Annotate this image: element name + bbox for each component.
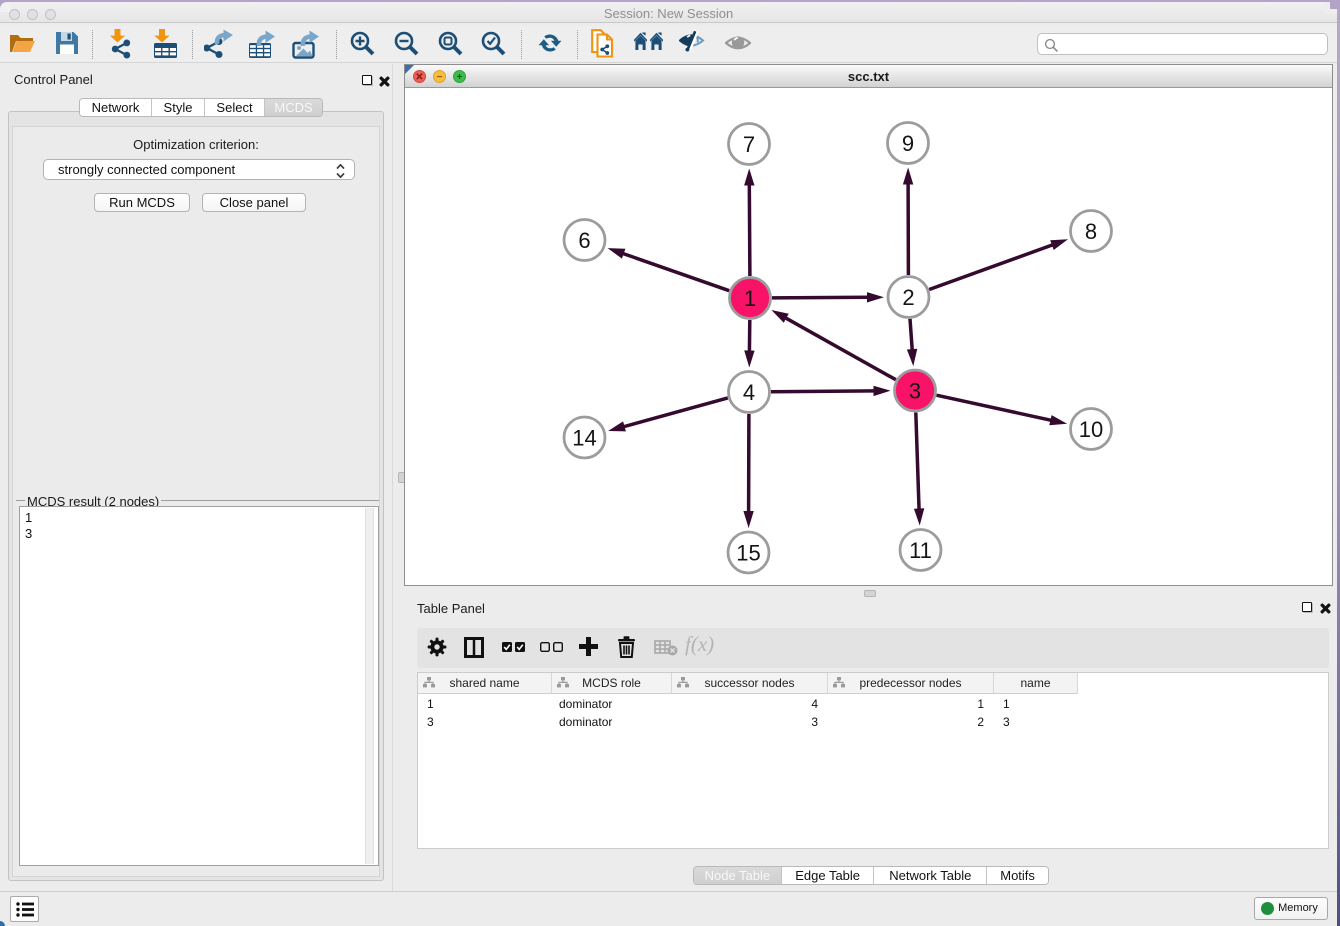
- svg-text:6: 6: [578, 228, 590, 253]
- svg-text:1: 1: [744, 286, 756, 311]
- svg-text:11: 11: [909, 538, 932, 563]
- svg-text:10: 10: [1079, 417, 1103, 442]
- svg-text:7: 7: [743, 132, 755, 157]
- svg-text:4: 4: [743, 380, 755, 405]
- svg-text:14: 14: [572, 425, 596, 450]
- svg-text:8: 8: [1085, 219, 1097, 244]
- svg-text:2: 2: [902, 285, 914, 310]
- svg-text:3: 3: [909, 378, 921, 403]
- svg-text:9: 9: [902, 131, 914, 156]
- svg-text:15: 15: [736, 540, 760, 565]
